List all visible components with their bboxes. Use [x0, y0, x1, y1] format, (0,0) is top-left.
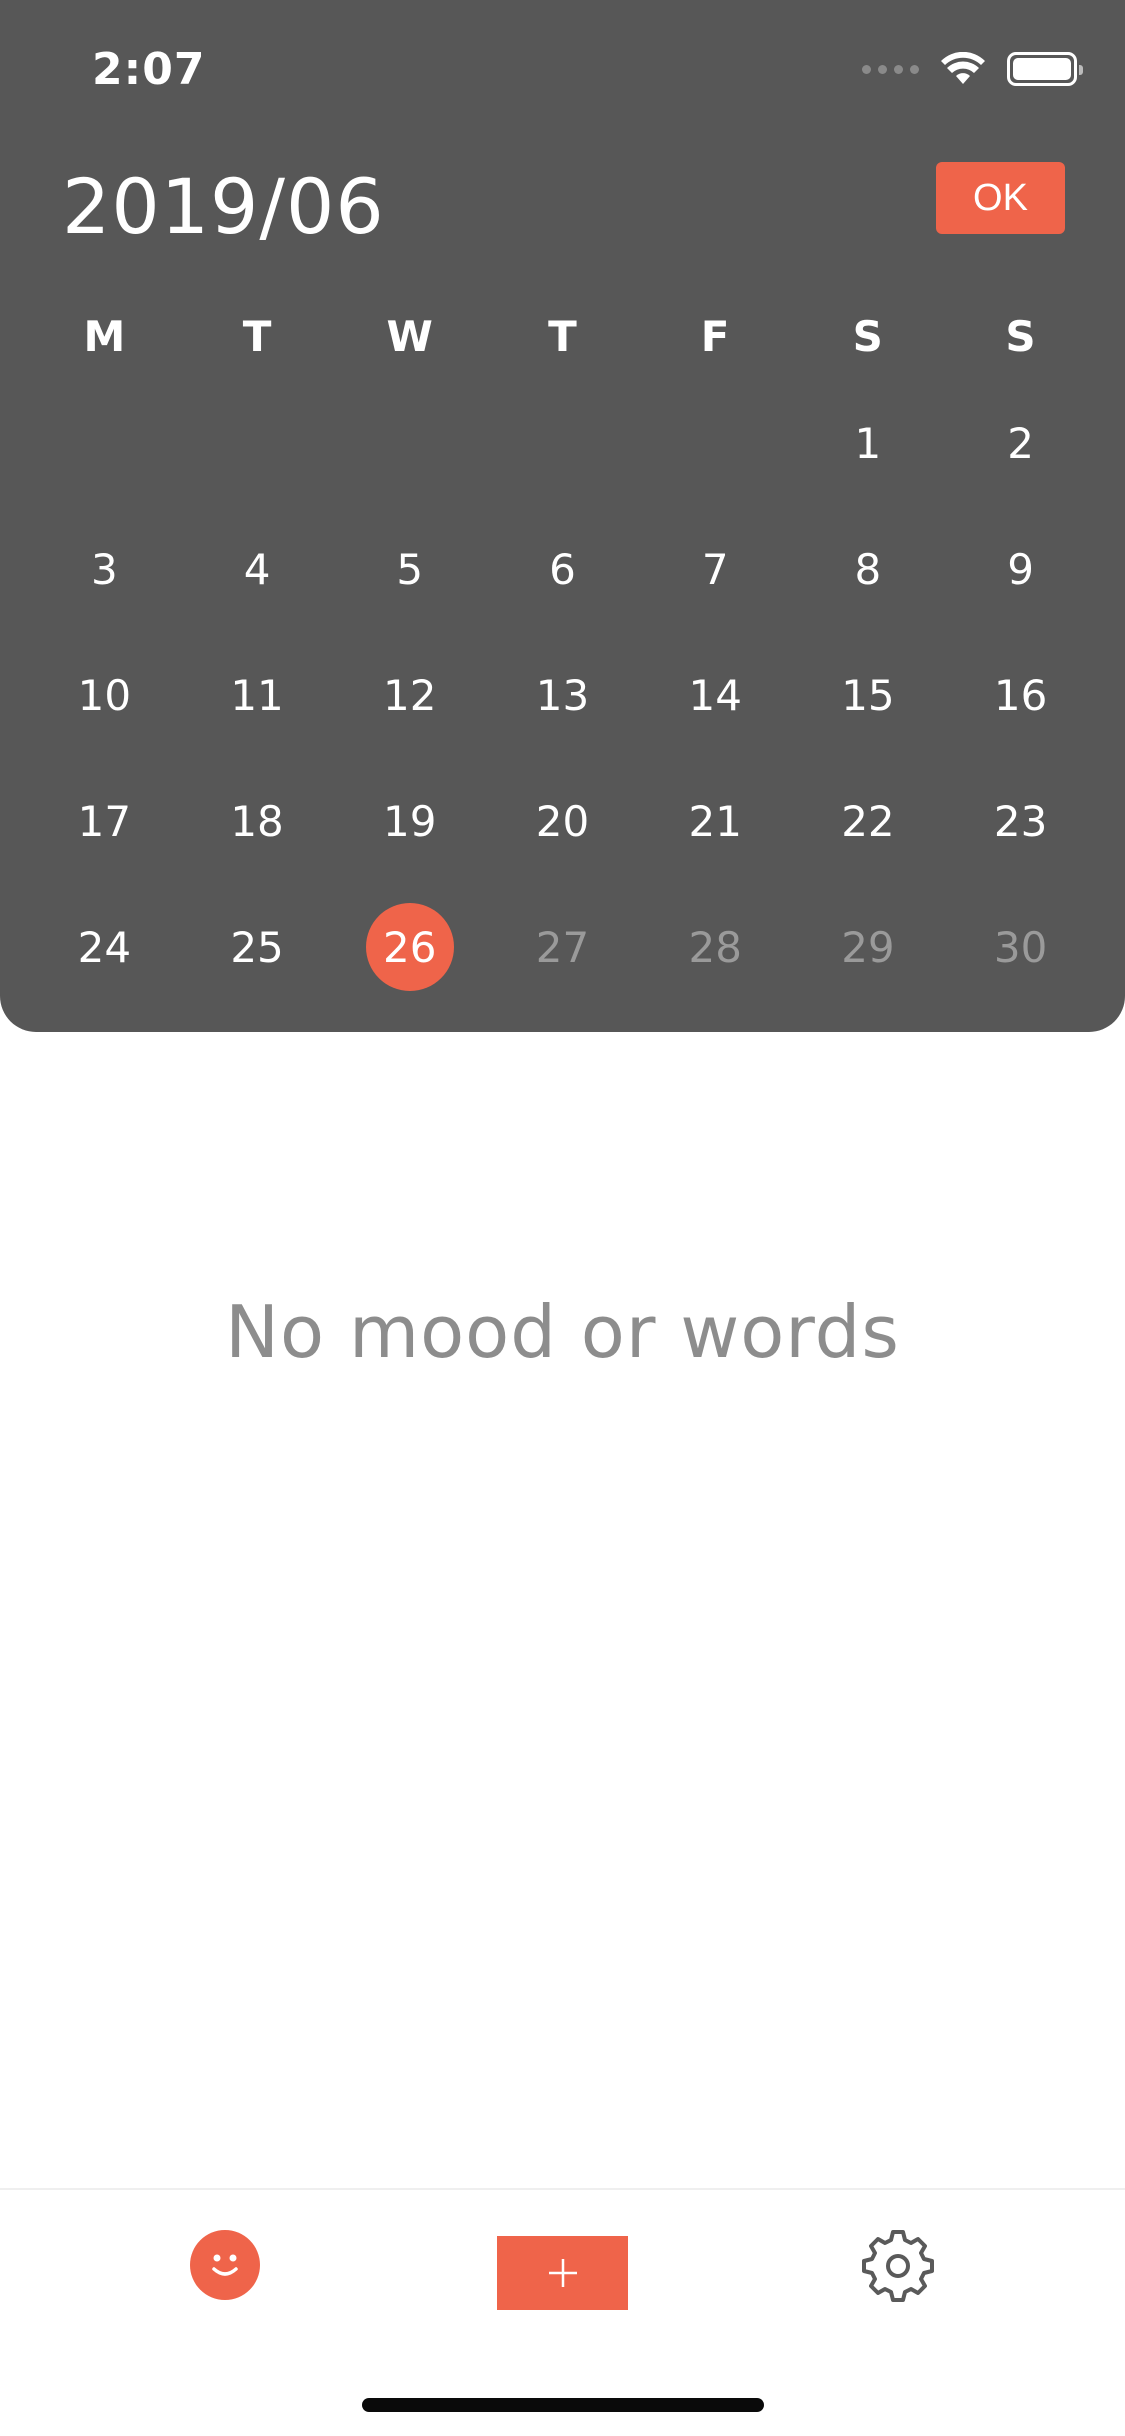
weekday-label: W: [386, 312, 433, 361]
day-number: 21: [688, 796, 742, 846]
day-cell[interactable]: 10: [28, 632, 181, 758]
day-cell[interactable]: 3: [28, 506, 181, 632]
day-number: 22: [841, 796, 895, 846]
day-cell[interactable]: 21: [639, 758, 792, 884]
weekday-label: T: [242, 312, 272, 361]
day-number: 4: [243, 544, 271, 594]
day-number: 24: [77, 922, 132, 972]
day-cell[interactable]: 22: [792, 758, 945, 884]
day-number: 5: [396, 544, 424, 594]
wifi-icon: [941, 52, 985, 84]
selected-day-cell[interactable]: 26: [333, 884, 486, 1010]
weekday-label: S: [1005, 312, 1036, 361]
gear-icon: [862, 2230, 934, 2302]
day-number: 15: [841, 670, 895, 720]
weekday-label: T: [548, 312, 577, 361]
day-number: 1: [854, 418, 882, 468]
day-number: 6: [549, 544, 576, 594]
day-number: 27: [535, 922, 590, 972]
day-cell: 29: [792, 884, 945, 1010]
day-number: 8: [854, 544, 882, 594]
add-entry-button[interactable]: [497, 2236, 628, 2310]
day-cell[interactable]: 8: [792, 506, 945, 632]
empty-state-message: No mood or words: [225, 1290, 900, 1374]
weekday-label: M: [83, 312, 126, 361]
weekday-label: S: [852, 312, 883, 361]
weekday-label: F: [700, 312, 730, 361]
day-cell[interactable]: 18: [181, 758, 334, 884]
day-cell[interactable]: 5: [333, 506, 486, 632]
month-title[interactable]: 2019/06: [62, 162, 385, 251]
day-cell[interactable]: 13: [486, 632, 639, 758]
status-icons: [862, 52, 1083, 86]
ok-button[interactable]: OK: [936, 162, 1065, 234]
day-number: 3: [90, 544, 118, 594]
day-number: 7: [701, 544, 729, 594]
day-cell[interactable]: 19: [333, 758, 486, 884]
day-number: 30: [993, 922, 1048, 972]
empty-day-cell: [333, 380, 486, 506]
calendar-days-grid: 1 2 3 4 5 6 7 8 9 10 11 12 13 14 15 16 17 18 19 20 21 22 23 24 2…: [28, 380, 1097, 1010]
day-cell: 28: [639, 884, 792, 1010]
day-cell[interactable]: 15: [792, 632, 945, 758]
day-number: 17: [77, 796, 132, 846]
day-number: 26: [365, 903, 454, 991]
day-cell[interactable]: 16: [944, 632, 1097, 758]
day-cell[interactable]: 20: [486, 758, 639, 884]
settings-tab-button[interactable]: [862, 2230, 934, 2302]
day-number: 9: [1007, 544, 1034, 594]
day-cell[interactable]: 17: [28, 758, 181, 884]
day-number: 19: [383, 796, 437, 846]
day-cell[interactable]: 12: [333, 632, 486, 758]
weekday-header: MTWTFSS: [28, 312, 1097, 361]
day-cell: 27: [486, 884, 639, 1010]
day-cell[interactable]: 2: [944, 380, 1097, 506]
day-number: 11: [230, 670, 284, 720]
app-screen: 2:07 2019/06 OK MTWTFSS 1 2 3 4 5 6 7 8 9 10 11 12 1…: [0, 0, 1125, 2436]
day-number: 13: [535, 670, 590, 720]
day-number: 29: [841, 922, 895, 972]
empty-day-cell: [486, 380, 639, 506]
plus-icon: [548, 2259, 577, 2287]
battery-icon: [1007, 52, 1083, 86]
status-time: 2:07: [92, 44, 206, 95]
day-cell[interactable]: 25: [181, 884, 334, 1010]
home-indicator: [362, 2398, 764, 2412]
day-number: 14: [688, 670, 742, 720]
day-cell[interactable]: 7: [639, 506, 792, 632]
day-cell[interactable]: 1: [792, 380, 945, 506]
cellular-signal-icon: [862, 64, 919, 74]
smiley-icon: [212, 2254, 238, 2276]
day-number: 28: [688, 922, 742, 972]
day-number: 16: [993, 670, 1048, 720]
day-number: 2: [1007, 418, 1034, 468]
day-number: 23: [993, 796, 1048, 846]
empty-day-cell: [28, 380, 181, 506]
day-number: 10: [77, 670, 132, 720]
mood-tab-button[interactable]: [190, 2230, 260, 2300]
empty-day-cell: [639, 380, 792, 506]
day-cell[interactable]: 6: [486, 506, 639, 632]
day-cell[interactable]: 14: [639, 632, 792, 758]
calendar-panel: 2:07 2019/06 OK MTWTFSS 1 2 3 4 5 6 7 8 9 10 11 12 1…: [0, 0, 1125, 1032]
day-number: 12: [383, 670, 437, 720]
day-cell[interactable]: 9: [944, 506, 1097, 632]
day-cell: 30: [944, 884, 1097, 1010]
day-number: 20: [535, 796, 590, 846]
day-number: 18: [230, 796, 284, 846]
day-cell[interactable]: 24: [28, 884, 181, 1010]
day-number: 25: [230, 922, 284, 972]
day-cell[interactable]: 11: [181, 632, 334, 758]
day-cell[interactable]: 23: [944, 758, 1097, 884]
empty-day-cell: [181, 380, 334, 506]
day-cell[interactable]: 4: [181, 506, 334, 632]
